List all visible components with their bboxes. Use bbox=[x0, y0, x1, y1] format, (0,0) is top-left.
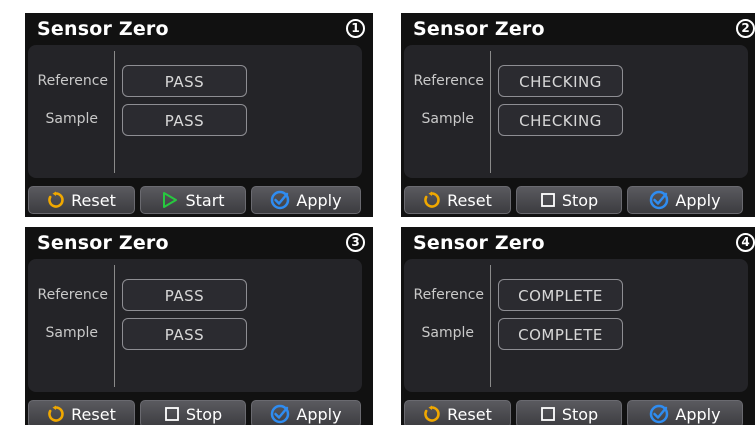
sample-status: PASS bbox=[122, 104, 247, 136]
panel-title: Sensor Zero bbox=[37, 232, 169, 254]
stop-button[interactable]: Stop bbox=[516, 186, 622, 214]
reference-label: Reference bbox=[37, 73, 109, 89]
panel-title: Sensor Zero bbox=[413, 232, 545, 254]
reference-status: COMPLETE bbox=[498, 279, 623, 311]
stop-label: Stop bbox=[561, 404, 599, 424]
sensor-zero-panel-4: Sensor Zero 4 Reference Sample COMPLETE … bbox=[401, 227, 755, 425]
panel-title: Sensor Zero bbox=[37, 18, 169, 40]
sensor-zero-panel-2: Sensor Zero 2 Reference Sample CHECKING … bbox=[401, 13, 755, 217]
reference-status: PASS bbox=[122, 65, 247, 97]
sensor-zero-panel-1: Sensor Zero 1 Reference Sample PASS PASS… bbox=[25, 13, 373, 217]
play-icon bbox=[161, 191, 179, 209]
reset-button[interactable]: Reset bbox=[28, 400, 135, 425]
divider bbox=[490, 51, 491, 173]
button-bar: Reset Stop Apply bbox=[404, 186, 752, 215]
apply-check-icon bbox=[649, 404, 669, 424]
reset-label: Reset bbox=[447, 190, 492, 210]
status-area: Reference Sample COMPLETE COMPLETE bbox=[404, 259, 748, 392]
divider bbox=[490, 265, 491, 387]
reset-icon bbox=[423, 191, 441, 209]
divider bbox=[114, 265, 115, 387]
apply-label: Apply bbox=[296, 190, 342, 210]
apply-check-icon bbox=[270, 190, 290, 210]
sample-status: COMPLETE bbox=[498, 318, 623, 350]
reference-status: CHECKING bbox=[498, 65, 623, 97]
stop-icon bbox=[540, 406, 556, 422]
sensor-zero-panel-3: Sensor Zero 3 Reference Sample PASS PASS… bbox=[25, 227, 373, 425]
stop-button[interactable]: Stop bbox=[140, 400, 246, 425]
sample-status: CHECKING bbox=[498, 104, 623, 136]
apply-check-icon bbox=[270, 404, 290, 424]
step-number-badge: 2 bbox=[736, 19, 755, 38]
reset-label: Reset bbox=[71, 190, 116, 210]
start-button[interactable]: Start bbox=[140, 186, 246, 214]
divider bbox=[114, 51, 115, 173]
apply-button[interactable]: Apply bbox=[251, 400, 361, 425]
step-number-badge: 3 bbox=[346, 233, 365, 252]
step-number-badge: 4 bbox=[736, 233, 755, 252]
apply-label: Apply bbox=[675, 404, 721, 424]
apply-button[interactable]: Apply bbox=[251, 186, 361, 214]
button-bar: Reset Start Apply bbox=[28, 186, 370, 215]
reset-icon bbox=[47, 191, 65, 209]
reset-icon bbox=[47, 405, 65, 423]
apply-label: Apply bbox=[296, 404, 342, 424]
status-area: Reference Sample PASS PASS bbox=[28, 45, 362, 178]
stop-label: Stop bbox=[561, 190, 599, 210]
reference-status: PASS bbox=[122, 279, 247, 311]
sample-label: Sample bbox=[45, 325, 99, 341]
apply-button[interactable]: Apply bbox=[627, 400, 743, 425]
sample-label: Sample bbox=[45, 111, 99, 127]
button-bar: Reset Stop Apply bbox=[28, 400, 370, 425]
reset-button[interactable]: Reset bbox=[404, 400, 511, 425]
reset-label: Reset bbox=[71, 404, 116, 424]
sensor-zero-grid: Sensor Zero 1 Reference Sample PASS PASS… bbox=[0, 0, 755, 425]
reset-label: Reset bbox=[447, 404, 492, 424]
apply-label: Apply bbox=[675, 190, 721, 210]
step-number-badge: 1 bbox=[346, 19, 365, 38]
sample-label: Sample bbox=[421, 111, 475, 127]
apply-check-icon bbox=[649, 190, 669, 210]
stop-icon bbox=[540, 192, 556, 208]
start-label: Start bbox=[185, 190, 225, 210]
stop-icon bbox=[164, 406, 180, 422]
reference-label: Reference bbox=[413, 287, 485, 303]
button-bar: Reset Stop Apply bbox=[404, 400, 752, 425]
sample-status: PASS bbox=[122, 318, 247, 350]
stop-label: Stop bbox=[185, 404, 223, 424]
reset-button[interactable]: Reset bbox=[404, 186, 511, 214]
status-area: Reference Sample PASS PASS bbox=[28, 259, 362, 392]
reference-label: Reference bbox=[37, 287, 109, 303]
stop-button[interactable]: Stop bbox=[516, 400, 622, 425]
reference-label: Reference bbox=[413, 73, 485, 89]
reset-icon bbox=[423, 405, 441, 423]
status-area: Reference Sample CHECKING CHECKING bbox=[404, 45, 748, 178]
sample-label: Sample bbox=[421, 325, 475, 341]
reset-button[interactable]: Reset bbox=[28, 186, 135, 214]
apply-button[interactable]: Apply bbox=[627, 186, 743, 214]
panel-title: Sensor Zero bbox=[413, 18, 545, 40]
